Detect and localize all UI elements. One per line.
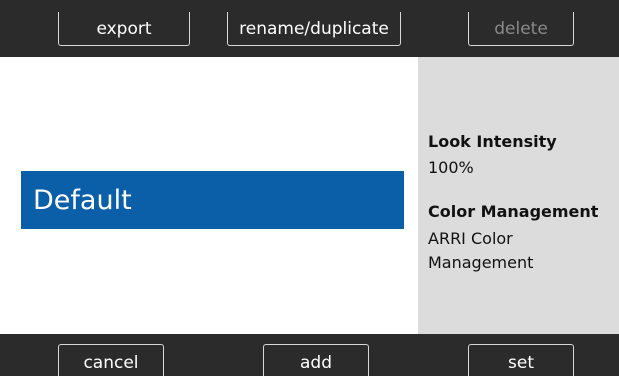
- look-info-panel: Look Intensity 100% Color Management ARR…: [418, 57, 619, 334]
- look-menu-screen: export rename/duplicate delete Default L…: [0, 0, 619, 376]
- cancel-button[interactable]: cancel: [58, 344, 164, 376]
- look-intensity-value: 100%: [428, 158, 474, 177]
- color-management-label: Color Management: [428, 202, 599, 221]
- export-button[interactable]: export: [58, 12, 190, 46]
- delete-button[interactable]: delete: [468, 12, 574, 46]
- set-button[interactable]: set: [468, 344, 574, 376]
- list-item-default[interactable]: Default: [21, 171, 404, 229]
- rename-duplicate-button[interactable]: rename/duplicate: [227, 12, 401, 46]
- top-soft-key-bar: export rename/duplicate delete: [0, 0, 619, 57]
- bottom-soft-key-bar: cancel add set: [0, 334, 619, 376]
- look-intensity-label: Look Intensity: [428, 132, 557, 151]
- add-button[interactable]: add: [263, 344, 369, 376]
- look-list: Default: [0, 57, 418, 334]
- color-management-value: ARRI Color Management: [428, 229, 534, 272]
